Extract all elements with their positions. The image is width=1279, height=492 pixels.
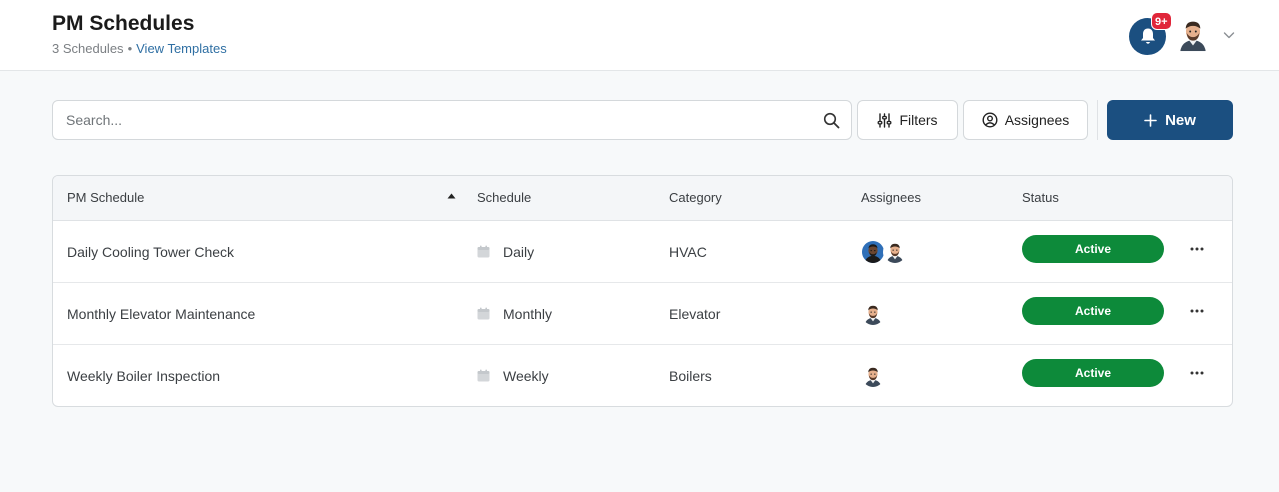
sort-up-icon[interactable] <box>447 193 456 199</box>
calendar-icon <box>477 369 490 382</box>
status-badge: Active <box>1022 235 1164 263</box>
page-title: PM Schedules <box>52 12 195 35</box>
assignee-avatar[interactable] <box>861 301 885 326</box>
column-header-schedule[interactable]: Schedule <box>477 190 531 205</box>
category: Elevator <box>669 305 721 322</box>
sliders-icon <box>877 112 892 128</box>
frequency-label: Weekly <box>503 367 549 384</box>
search-icon[interactable] <box>823 112 840 129</box>
pm-schedules-table: PM Schedule Schedule Category Assignees … <box>52 175 1233 407</box>
category: Boilers <box>669 367 712 384</box>
assignees-button[interactable]: Assignees <box>963 100 1088 140</box>
schedule-name: Monthly Elevator Maintenance <box>67 305 256 322</box>
assignee-avatar[interactable] <box>861 239 885 264</box>
column-header-category[interactable]: Category <box>669 190 722 205</box>
page-subtitle: 3 Schedules • View Templates <box>52 41 227 56</box>
schedule-frequency: Daily <box>477 221 534 282</box>
bell-icon <box>1140 28 1155 44</box>
assignee-avatar[interactable] <box>861 363 885 388</box>
search-input[interactable] <box>66 101 806 139</box>
column-header-assignees[interactable]: Assignees <box>861 190 921 205</box>
search-box <box>52 100 852 140</box>
toolbar-divider <box>1097 100 1098 140</box>
user-circle-icon <box>982 112 998 128</box>
user-avatar[interactable] <box>1176 16 1210 54</box>
plus-icon <box>1144 113 1157 127</box>
category: HVAC <box>669 243 707 260</box>
schedule-name: Daily Cooling Tower Check <box>67 243 235 260</box>
page-header: PM Schedules 3 Schedules • View Templates … <box>0 0 1279 71</box>
schedule-frequency: Weekly <box>477 345 549 406</box>
calendar-icon <box>477 307 490 320</box>
column-header-status[interactable]: Status <box>1022 190 1059 205</box>
schedule-name: Weekly Boiler Inspection <box>67 367 221 384</box>
table-row[interactable]: Daily Cooling Tower Check Daily HVAC Act… <box>53 221 1232 283</box>
calendar-icon <box>477 245 490 258</box>
more-horizontal-icon <box>1190 309 1204 313</box>
schedule-frequency: Monthly <box>477 283 552 344</box>
row-actions-button[interactable] <box>1186 303 1208 319</box>
assignee-avatars <box>861 283 885 344</box>
new-label: New <box>1165 111 1196 129</box>
notification-badge: 9+ <box>1151 12 1172 30</box>
chevron-down-icon[interactable] <box>1222 28 1236 42</box>
separator-dot: • <box>127 41 133 56</box>
table-header: PM Schedule Schedule Category Assignees … <box>53 176 1232 221</box>
row-actions-button[interactable] <box>1186 241 1208 257</box>
row-actions-button[interactable] <box>1186 365 1208 381</box>
assignee-avatars <box>861 221 907 282</box>
new-button[interactable]: New <box>1107 100 1233 140</box>
table-row[interactable]: Monthly Elevator Maintenance Monthly Ele… <box>53 283 1232 345</box>
assignees-label: Assignees <box>1004 112 1070 128</box>
filters-button[interactable]: Filters <box>857 100 958 140</box>
more-horizontal-icon <box>1190 247 1204 251</box>
frequency-label: Monthly <box>503 305 553 322</box>
column-header-pm-schedule[interactable]: PM Schedule <box>67 190 144 205</box>
view-templates-link[interactable]: View Templates <box>136 41 227 56</box>
status-badge: Active <box>1022 359 1164 387</box>
status-badge: Active <box>1022 297 1164 325</box>
assignee-avatars <box>861 345 885 406</box>
more-horizontal-icon <box>1190 371 1204 375</box>
filters-label: Filters <box>899 112 938 128</box>
table-row[interactable]: Weekly Boiler Inspection Weekly Boilers … <box>53 345 1232 406</box>
frequency-label: Daily <box>503 243 535 260</box>
assignee-avatar[interactable] <box>883 239 907 264</box>
schedule-count: 3 Schedules <box>52 41 124 56</box>
